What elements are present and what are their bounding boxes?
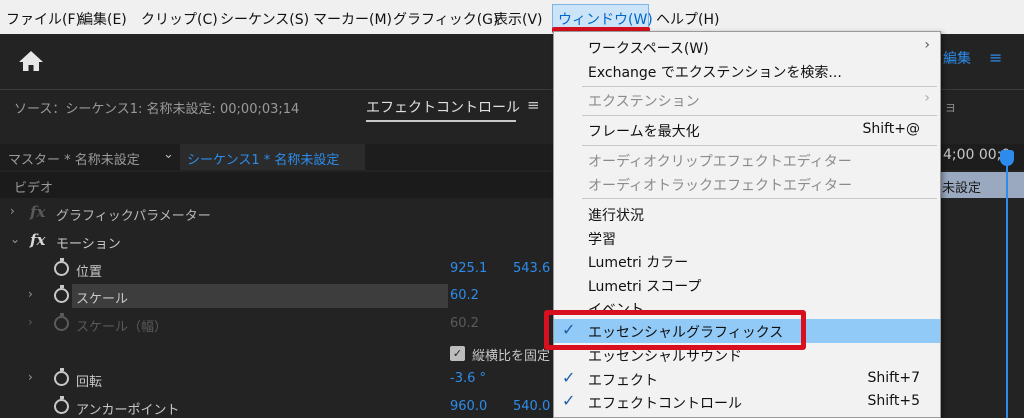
workspace-menu-icon[interactable]: ≡ bbox=[989, 48, 1002, 67]
scale-width-label: スケール（幅） bbox=[76, 320, 168, 335]
motion-label: モーション bbox=[56, 237, 121, 252]
menu-item-lumetri-scopes[interactable]: Lumetri スコープ bbox=[554, 273, 940, 297]
menu-marker[interactable]: マーカー(M) bbox=[313, 9, 392, 29]
shortcut-label: Shift+@ bbox=[862, 121, 920, 137]
home-icon[interactable] bbox=[18, 50, 44, 72]
property-row-position[interactable]: 位置 925.1 543.6 bbox=[0, 256, 560, 282]
anchor-y-value[interactable]: 540.0 bbox=[513, 399, 550, 414]
rotation-label: 回転 bbox=[76, 375, 103, 390]
anchor-x-value[interactable]: 960.0 bbox=[450, 399, 487, 414]
scale-value[interactable]: 60.2 bbox=[450, 288, 479, 303]
checkmark-icon: ✓ bbox=[562, 368, 576, 387]
menu-item-audio-clip-effect-editor: オーディオクリップエフェクトエディター bbox=[554, 148, 940, 172]
workspace-edit-tab[interactable]: 編集 bbox=[943, 48, 971, 68]
scale-width-value: 60.2 bbox=[450, 316, 479, 331]
fx-icon[interactable]: fx bbox=[30, 231, 45, 249]
shortcut-label: Shift+7 bbox=[867, 370, 920, 386]
menu-separator bbox=[582, 115, 937, 116]
menu-item-extensions: エクステンション › bbox=[554, 88, 940, 112]
menu-separator bbox=[582, 198, 937, 199]
menu-item-label: エフェクト bbox=[588, 373, 658, 389]
menu-separator bbox=[582, 86, 937, 87]
menu-item-maximize-frame[interactable]: フレームを最大化 Shift+@ bbox=[554, 118, 940, 142]
property-row-anchor-point[interactable]: アンカーポイント 960.0 540.0 bbox=[0, 394, 560, 418]
panel-menu-icon[interactable]: ≡ bbox=[527, 96, 540, 114]
menu-item-label: エフェクトコントロール bbox=[588, 396, 742, 412]
master-clip-label[interactable]: マスター * 名称未設定 bbox=[8, 149, 140, 168]
menu-file[interactable]: ファイル(F) bbox=[6, 9, 81, 29]
fx-icon[interactable]: fx bbox=[30, 203, 45, 221]
menu-item-label: Lumetri スコープ bbox=[588, 279, 702, 295]
timeline-clip-label: 未設定 bbox=[942, 181, 982, 196]
menu-item-audio-track-effect-editor: オーディオトラックエフェクトエディター bbox=[554, 172, 940, 196]
playhead-line[interactable] bbox=[1006, 150, 1008, 418]
position-y-value[interactable]: 543.6 bbox=[513, 261, 550, 276]
menu-item-label: 進行状況 bbox=[588, 208, 644, 224]
stopwatch-icon[interactable] bbox=[54, 396, 69, 414]
expand-arrow-icon[interactable]: › bbox=[28, 287, 33, 301]
expand-arrow-icon[interactable]: › bbox=[28, 370, 33, 384]
uniform-scale-label: 縦横比を固定 bbox=[472, 349, 551, 364]
effect-controls-tab[interactable]: エフェクトコントロール bbox=[366, 97, 520, 117]
menu-item-lumetri-color[interactable]: Lumetri カラー bbox=[554, 249, 940, 273]
menu-bar: ファイル(F) 編集(E) クリップ(C) シーケンス(S) マーカー(M) グ… bbox=[0, 0, 1024, 34]
stopwatch-icon[interactable] bbox=[54, 285, 69, 303]
menu-clip[interactable]: クリップ(C) bbox=[141, 9, 218, 29]
menu-item-learn[interactable]: 学習 bbox=[554, 226, 940, 250]
menu-item-workspaces[interactable]: ワークスペース(W) › bbox=[554, 35, 940, 59]
menu-sequence[interactable]: シーケンス(S) bbox=[220, 9, 309, 29]
stopwatch-icon[interactable] bbox=[54, 258, 69, 276]
graphic-params-label: グラフィックパラメーター bbox=[56, 209, 211, 224]
menu-item-label: 学習 bbox=[588, 232, 616, 248]
stopwatch-icon bbox=[54, 313, 69, 331]
menu-item-label: Exchange でエクステンションを検索... bbox=[588, 65, 842, 81]
position-label: 位置 bbox=[76, 265, 103, 280]
checkmark-icon: ✓ bbox=[562, 391, 576, 410]
menu-help[interactable]: ヘルプ(H) bbox=[656, 9, 719, 29]
menu-item-progress[interactable]: 進行状況 bbox=[554, 202, 940, 226]
menu-item-exchange[interactable]: Exchange でエクステンションを検索... bbox=[554, 59, 940, 83]
menu-item-effect-controls[interactable]: ✓ エフェクトコントロール Shift+5 bbox=[554, 390, 940, 414]
timeline-clip[interactable]: 未設定 bbox=[940, 172, 1024, 198]
effect-row-motion[interactable]: ⌄ fx モーション bbox=[0, 228, 560, 254]
uniform-scale-checkbox[interactable]: ✓ bbox=[450, 346, 465, 361]
collapse-arrow-icon[interactable]: ⌄ bbox=[10, 232, 20, 246]
menu-graphics[interactable]: グラフィック(G) bbox=[393, 9, 499, 29]
property-row-scale[interactable]: › スケール 60.2 bbox=[0, 283, 560, 309]
chevron-down-icon[interactable]: ⌄ bbox=[163, 147, 174, 162]
menu-item-label: ワークスペース(W) bbox=[588, 41, 709, 57]
submenu-arrow-icon: › bbox=[924, 37, 930, 53]
effect-row-graphic-params[interactable]: › fx グラフィックパラメーター bbox=[0, 200, 560, 226]
playhead-handle[interactable] bbox=[1000, 150, 1014, 166]
submenu-arrow-icon: › bbox=[924, 90, 930, 106]
annotation-highlight-box bbox=[544, 310, 806, 350]
menu-item-effects[interactable]: ✓ エフェクト Shift+7 bbox=[554, 367, 940, 391]
stopwatch-icon[interactable] bbox=[54, 368, 69, 386]
menu-edit[interactable]: 編集(E) bbox=[79, 9, 127, 29]
expand-arrow-icon[interactable]: › bbox=[10, 204, 15, 218]
window-menu-dropdown: ワークスペース(W) › Exchange でエクステンションを検索... エク… bbox=[553, 31, 941, 418]
menu-item-label: フレームを最大化 bbox=[588, 124, 700, 140]
video-label: ビデオ bbox=[14, 181, 54, 196]
property-row-scale-width[interactable]: › スケール（幅） 60.2 bbox=[0, 311, 560, 337]
sequence-clip-label: シーケンス1 * 名称未設定 bbox=[187, 153, 340, 168]
active-tab-indicator bbox=[366, 120, 516, 122]
menu-window[interactable]: ウィンドウ(W) bbox=[558, 9, 653, 29]
shortcut-label: Shift+5 bbox=[867, 393, 920, 409]
position-x-value[interactable]: 925.1 bbox=[450, 261, 487, 276]
menu-item-label: エクステンション bbox=[588, 94, 700, 110]
rotation-value[interactable]: -3.6 ° bbox=[450, 371, 486, 386]
anchor-point-label: アンカーポイント bbox=[76, 403, 180, 418]
right-panel-tab-fragment[interactable]: ョ bbox=[944, 96, 957, 115]
source-tab[interactable]: ソース：シーケンス1: 名称未設定: 00;00;03;14 bbox=[14, 98, 299, 117]
property-row-rotation[interactable]: › 回転 -3.6 ° bbox=[0, 366, 560, 392]
menu-view[interactable]: 表示(V) bbox=[494, 9, 543, 29]
menu-item-label: オーディオクリップエフェクトエディター bbox=[588, 154, 852, 170]
expand-arrow-icon[interactable]: › bbox=[28, 315, 33, 329]
sequence-clip-tab[interactable]: シーケンス1 * 名称未設定 bbox=[180, 144, 365, 170]
scale-label: スケール bbox=[76, 292, 129, 307]
menu-item-label: Lumetri カラー bbox=[588, 255, 689, 271]
menu-item-label: オーディオトラックエフェクトエディター bbox=[588, 178, 853, 194]
menu-separator bbox=[582, 145, 937, 146]
